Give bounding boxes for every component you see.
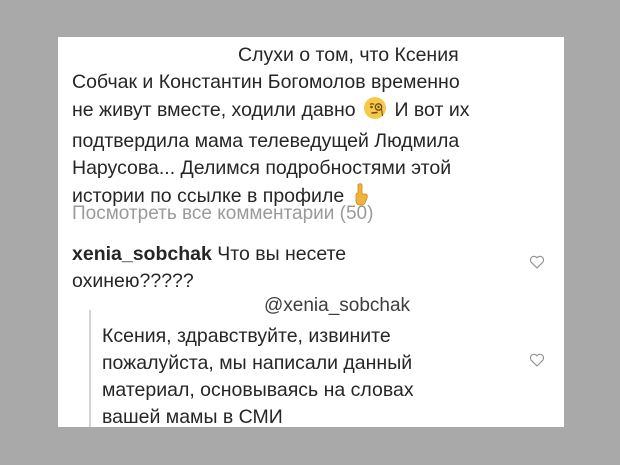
reply-line: пожалуйста, мы написали данный bbox=[102, 352, 413, 374]
caption-text: И вот их bbox=[394, 99, 470, 121]
reply-line: материал, основываясь на словах bbox=[102, 379, 414, 401]
comment-line: xenia_sobchak Что вы несете bbox=[72, 241, 502, 268]
caption-text: не живут вместе, ходили давно bbox=[72, 99, 356, 121]
post-caption: Слухи о том, что Ксения Собчак и Констан… bbox=[72, 42, 552, 214]
comment-text: Что вы несете bbox=[217, 243, 347, 265]
reply-line: Ксения, здравствуйте, извините bbox=[102, 325, 391, 347]
reply-thread-line bbox=[89, 310, 91, 427]
reply-line: вашей мамы в СМИ bbox=[102, 406, 283, 427]
reply-comment: Ксения, здравствуйте, извините пожалуйст… bbox=[102, 323, 522, 427]
comment-username[interactable]: xenia_sobchak bbox=[72, 243, 212, 265]
caption-line: Слухи о том, что Ксения bbox=[238, 44, 459, 66]
caption-line: Нарусова... Делимся подробностями этой bbox=[72, 157, 452, 179]
comment: xenia_sobchak Что вы несете охинею????? bbox=[72, 241, 502, 295]
reply-mention[interactable]: @xenia_sobchak bbox=[264, 295, 410, 317]
like-heart-icon[interactable] bbox=[529, 352, 545, 368]
caption-line: не живут вместе, ходили давно И вот их bbox=[72, 96, 552, 128]
caption-line: подтвердила мама телеведущей Людмила bbox=[72, 130, 460, 152]
caption-line: Собчак и Константин Богомолов временно bbox=[72, 71, 460, 93]
monocle-face-emoji-icon bbox=[363, 96, 387, 128]
like-heart-icon[interactable] bbox=[529, 254, 545, 270]
post-card: Слухи о том, что Ксения Собчак и Констан… bbox=[58, 37, 564, 427]
comment-text-line2: охинею????? bbox=[72, 270, 194, 292]
view-all-comments-link[interactable]: Посмотреть все комментарии (50) bbox=[72, 203, 373, 225]
